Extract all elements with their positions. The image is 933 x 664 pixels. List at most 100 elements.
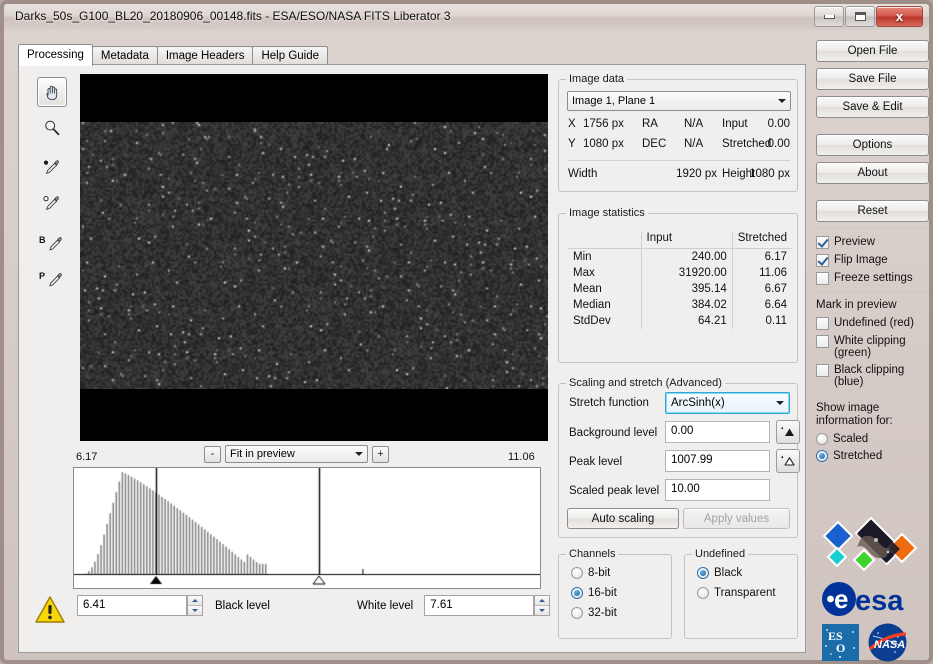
image-statistics-legend: Image statistics [566, 207, 648, 219]
auto-scaling-button[interactable]: Auto scaling [567, 508, 679, 529]
black-level-step-down[interactable] [188, 606, 202, 615]
checkbox-white-clipping[interactable]: White clipping (green) [816, 335, 929, 359]
radio-icon [571, 607, 583, 619]
background-picker-button[interactable]: B [37, 229, 67, 259]
width-label: Width [568, 168, 598, 180]
warning-icon [34, 595, 66, 627]
save-file-button[interactable]: Save File [816, 68, 929, 90]
white-level-step-up[interactable] [535, 596, 550, 606]
black-level-input[interactable]: 6.41 [77, 595, 187, 616]
esa-e-letter: e [834, 584, 848, 614]
stat-stretched: 0.11 [731, 313, 792, 329]
undefined-group: Undefined Black Transparent [684, 548, 798, 639]
maximize-button[interactable] [845, 6, 875, 27]
tab-metadata[interactable]: Metadata [91, 46, 158, 66]
checkbox-freeze-settings-label: Freeze settings [834, 272, 913, 284]
eso-logo-icon: ES O [822, 624, 859, 661]
dec-value: N/A [684, 138, 704, 150]
tab-image-headers[interactable]: Image Headers [156, 46, 254, 66]
options-button[interactable]: Options [816, 134, 929, 156]
undefined-legend: Undefined [692, 548, 749, 560]
tab-help-guide[interactable]: Help Guide [252, 46, 329, 66]
histogram-min-label: 6.17 [76, 451, 98, 463]
radio-8bit[interactable]: 8-bit [571, 567, 610, 579]
table-row: Min 240.00 6.17 [568, 248, 792, 265]
black-level-step-up[interactable] [188, 596, 202, 606]
height-value: 1080 px [749, 168, 790, 180]
noise-canvas [80, 122, 548, 389]
radio-undefined-transparent[interactable]: Transparent [697, 587, 776, 599]
pick-background-button[interactable] [776, 420, 800, 444]
white-level-input[interactable]: 7.61 [424, 595, 535, 616]
plane-select-value: Image 1, Plane 1 [572, 95, 656, 107]
open-file-button[interactable]: Open File [816, 40, 929, 62]
logo-area: e esa ES O NASA [816, 512, 933, 663]
width-value: 1920 px [676, 168, 717, 180]
stat-name: Min [573, 251, 592, 263]
background-level-label: Background level [569, 427, 658, 439]
stat-name: Max [573, 267, 595, 279]
stat-name: StdDev [573, 315, 611, 327]
save-and-edit-button[interactable]: Save & Edit [816, 96, 929, 118]
caret-up-icon [539, 599, 546, 602]
radio-undefined-black[interactable]: Black [697, 567, 742, 579]
white-level-step-down[interactable] [535, 606, 550, 615]
minimize-button[interactable] [814, 6, 844, 27]
checkbox-mark-undefined-label: Undefined (red) [834, 317, 914, 329]
checkbox-icon-checked [816, 236, 829, 249]
image-preview[interactable] [80, 74, 548, 441]
scaled-peak-level-label: Scaled peak level [569, 485, 660, 497]
image-statistics-group: Image statistics Input Stretched Min 240… [558, 207, 798, 363]
table-row: Median 384.02 6.64 [568, 297, 792, 313]
white-point-picker-button[interactable] [37, 189, 67, 219]
checkbox-icon [816, 272, 829, 285]
black-point-picker-button[interactable] [37, 153, 67, 183]
about-button[interactable]: About [816, 162, 929, 184]
histogram[interactable] [73, 467, 541, 589]
channels-legend: Channels [566, 548, 619, 560]
y-axis-label: Y [568, 138, 576, 150]
checkbox-black-clipping[interactable]: Black clipping (blue) [816, 364, 929, 388]
black-level-stepper[interactable] [187, 595, 203, 616]
radio-32bit[interactable]: 32-bit [571, 607, 617, 619]
checkbox-freeze-settings[interactable]: Freeze settings [816, 272, 929, 285]
radio-black-label: Black [714, 567, 743, 579]
scaled-peak-level-input[interactable]: 10.00 [665, 479, 770, 501]
zoom-in-button[interactable]: + [372, 445, 389, 463]
pick-peak-button[interactable] [776, 449, 800, 473]
background-level-input[interactable]: 0.00 [665, 421, 770, 443]
close-button[interactable]: x [876, 6, 923, 27]
stretch-function-select[interactable]: ArcSinh(x) [665, 392, 790, 414]
radio-16bit[interactable]: 16-bit [571, 587, 617, 599]
peak-level-input[interactable]: 1007.99 [665, 450, 770, 472]
histogram-canvas[interactable] [74, 468, 540, 588]
col-input: Input [640, 232, 733, 249]
zoom-level-select[interactable]: Fit in preview [225, 445, 368, 463]
stretched-value: 0.00 [767, 138, 790, 150]
y-axis-value: 1080 px [583, 138, 624, 150]
tab-processing[interactable]: Processing [18, 44, 93, 66]
checkbox-mark-undefined[interactable]: Undefined (red) [816, 317, 929, 330]
checkbox-flip-image[interactable]: Flip Image [816, 254, 929, 267]
checkbox-icon [816, 317, 829, 330]
divider [816, 394, 929, 395]
checkbox-preview[interactable]: Preview [816, 236, 929, 249]
peak-picker-button[interactable]: P [37, 265, 67, 295]
reset-button[interactable]: Reset [816, 200, 929, 222]
caret-down-icon [192, 609, 198, 612]
maximize-icon [854, 12, 866, 21]
close-icon: x [895, 9, 904, 24]
radio-show-scaled[interactable]: Scaled [816, 433, 929, 445]
checkbox-icon [816, 335, 829, 348]
zoom-out-button[interactable]: - [204, 445, 221, 463]
histogram-max-label: 11.06 [508, 451, 535, 463]
zoom-tool-button[interactable] [37, 113, 67, 143]
plane-select[interactable]: Image 1, Plane 1 [567, 91, 791, 111]
stat-input: 384.02 [640, 297, 733, 313]
radio-show-stretched[interactable]: Stretched [816, 450, 929, 462]
black-level-label: Black level [215, 599, 270, 612]
hand-tool-button[interactable] [37, 77, 67, 107]
tool-palette: B P [37, 77, 71, 301]
col-blank [568, 232, 641, 249]
white-level-stepper[interactable] [534, 595, 551, 616]
